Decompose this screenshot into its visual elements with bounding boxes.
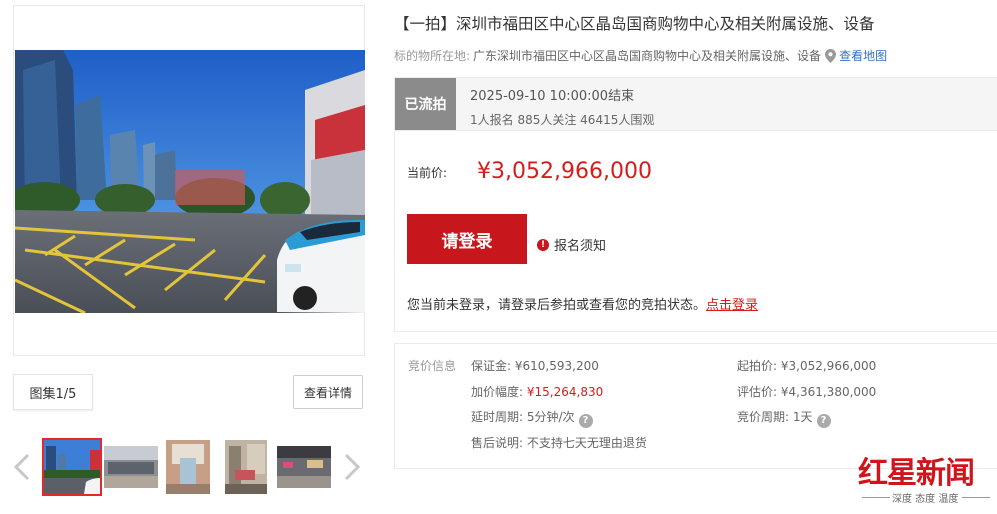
current-price-label: 当前价:: [407, 166, 448, 180]
location-row: 标的物所在地: 广东深圳市福田区中心区晶岛国商购物中心及相关附属设施、设备 查看…: [394, 47, 887, 64]
page-title: 【一拍】深圳市福田区中心区晶岛国商购物中心及相关附属设施、设备: [394, 15, 875, 33]
bid-panel: 当前价: ¥3,052,966,000 请登录 ! 报名须知 您当前未登录，请登…: [394, 131, 997, 332]
watermark-slogan: 深度 态度 温度: [892, 494, 959, 505]
delay-label: 延时周期:: [471, 410, 524, 424]
notice-label: 报名须知: [554, 239, 607, 254]
click-login-link[interactable]: 点击登录: [706, 298, 758, 313]
thumbnail-3[interactable]: [166, 440, 210, 494]
aftersale-label: 售后说明:: [471, 436, 524, 450]
appraisal-label: 评估价:: [737, 385, 778, 399]
main-photo-frame: [13, 5, 365, 356]
location-label: 标的物所在地:: [394, 49, 471, 63]
cycle-value: 1天: [792, 410, 813, 424]
divider: [962, 497, 990, 498]
appraisal-row: 评估价: ¥4,361,380,000: [737, 383, 876, 400]
thumbnail-1[interactable]: [42, 438, 102, 496]
help-icon[interactable]: ?: [816, 414, 831, 428]
map-pin-icon: [825, 48, 837, 63]
auction-status: 已流拍 2025-09-10 10:00:00结束 1人报名 885人关注 46…: [394, 77, 997, 131]
increment-value: ¥15,264,830: [526, 385, 604, 399]
end-time: 2025-09-10 10:00:00结束: [470, 89, 635, 104]
start-price-row: 起拍价: ¥3,052,966,000: [737, 357, 876, 374]
thumbnail-5[interactable]: [277, 440, 331, 494]
deposit-row: 保证金: ¥610,593,200: [471, 357, 599, 374]
login-message: 您当前未登录，请登录后参拍或查看您的竞拍状态。: [407, 298, 707, 313]
divider: [862, 497, 890, 498]
bidding-info-heading: 竞价信息: [408, 359, 457, 373]
registration-notice-link[interactable]: ! 报名须知: [537, 235, 606, 254]
login-button[interactable]: 请登录: [407, 214, 527, 264]
participation-stats: 1人报名 885人关注 46415人围观: [470, 113, 655, 127]
start-price-label: 起拍价:: [737, 359, 778, 373]
watermark-brand: 红星新闻: [858, 456, 975, 491]
help-icon[interactable]: ?: [578, 414, 593, 428]
deposit-label: 保证金:: [471, 359, 512, 373]
cycle-label: 竞价周期:: [737, 410, 790, 424]
aftersale-value: 不支持七天无理由退货: [526, 436, 647, 450]
thumbnail-2[interactable]: [104, 440, 158, 494]
main-photo[interactable]: [15, 50, 365, 313]
start-price-value: ¥3,052,966,000: [780, 359, 877, 373]
chevron-right-icon[interactable]: [342, 452, 362, 482]
delay-row: 延时周期: 5分钟/次?: [471, 408, 593, 428]
thumbnail-4[interactable]: [225, 440, 267, 494]
view-map-link[interactable]: 查看地图: [839, 47, 887, 64]
brand-watermark: 红星新闻 深度 态度 温度: [858, 448, 993, 508]
increment-label: 加价幅度:: [471, 385, 524, 399]
aftersale-row: 售后说明: 不支持七天无理由退货: [471, 434, 647, 451]
appraisal-value: ¥4,361,380,000: [780, 385, 877, 399]
login-prompt: 您当前未登录，请登录后参拍或查看您的竞拍状态。点击登录: [407, 294, 758, 313]
album-counter[interactable]: 图集1/5: [13, 374, 93, 410]
cycle-row: 竞价周期: 1天?: [737, 408, 831, 428]
status-badge: 已流拍: [395, 78, 456, 130]
delay-value: 5分钟/次: [526, 410, 575, 424]
deposit-value: ¥610,593,200: [514, 359, 599, 373]
view-details-button[interactable]: 查看详情: [293, 375, 363, 409]
current-price-value: ¥3,052,966,000: [477, 159, 652, 184]
location-value: 广东深圳市福田区中心区晶岛国商购物中心及相关附属设施、设备: [473, 49, 822, 63]
alert-icon: !: [537, 238, 549, 251]
chevron-left-icon[interactable]: [12, 452, 32, 482]
increment-row: 加价幅度: ¥15,264,830: [471, 383, 603, 400]
